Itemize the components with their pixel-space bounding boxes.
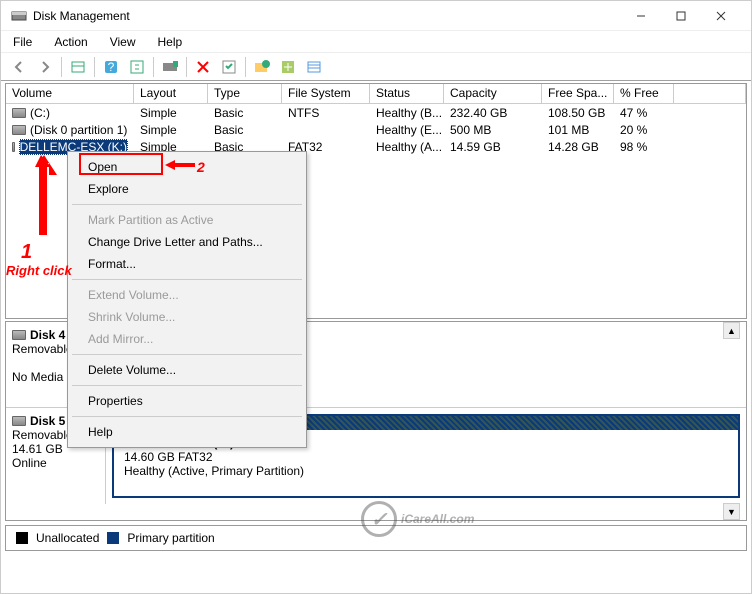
ctx-extend: Extend Volume... bbox=[70, 284, 304, 306]
forward-button[interactable] bbox=[33, 56, 57, 78]
col-status[interactable]: Status bbox=[370, 84, 444, 103]
col-free[interactable]: Free Spa... bbox=[542, 84, 614, 103]
table-header: Volume Layout Type File System Status Ca… bbox=[6, 84, 746, 104]
col-volume[interactable]: Volume bbox=[6, 84, 134, 103]
app-icon bbox=[11, 8, 27, 24]
ctx-change[interactable]: Change Drive Letter and Paths... bbox=[70, 231, 304, 253]
col-fs[interactable]: File System bbox=[282, 84, 370, 103]
annotation-rightclick: Right click bbox=[6, 263, 72, 278]
ctx-properties[interactable]: Properties bbox=[70, 390, 304, 412]
col-type[interactable]: Type bbox=[208, 84, 282, 103]
ctx-explore[interactable]: Explore bbox=[70, 178, 304, 200]
legend-unallocated-swatch bbox=[16, 532, 28, 544]
legend-primary-swatch bbox=[107, 532, 119, 544]
refresh-button[interactable] bbox=[125, 56, 149, 78]
minimize-button[interactable] bbox=[621, 1, 661, 31]
ctx-mark: Mark Partition as Active bbox=[70, 209, 304, 231]
ctx-delete[interactable]: Delete Volume... bbox=[70, 359, 304, 381]
volume-icon bbox=[12, 125, 26, 135]
annotation-label-1: 1 bbox=[21, 241, 32, 264]
col-pfree[interactable]: % Free bbox=[614, 84, 674, 103]
list-button[interactable] bbox=[302, 56, 326, 78]
menu-help[interactable]: Help bbox=[154, 33, 187, 51]
action-button[interactable] bbox=[276, 56, 300, 78]
scroll-down-button[interactable]: ▼ bbox=[723, 503, 740, 520]
menu-action[interactable]: Action bbox=[50, 33, 91, 51]
help-button[interactable]: ? bbox=[99, 56, 123, 78]
menu-view[interactable]: View bbox=[106, 33, 140, 51]
ctx-shrink: Shrink Volume... bbox=[70, 306, 304, 328]
volume-icon bbox=[12, 142, 15, 152]
view-button[interactable] bbox=[66, 56, 90, 78]
col-capacity[interactable]: Capacity bbox=[444, 84, 542, 103]
col-layout[interactable]: Layout bbox=[134, 84, 208, 103]
legend: Unallocated Primary partition bbox=[5, 525, 747, 551]
menubar: File Action View Help bbox=[1, 31, 751, 53]
table-row[interactable]: (C:) SimpleBasicNTFS Healthy (B...232.40… bbox=[6, 104, 746, 121]
window-title: Disk Management bbox=[33, 9, 621, 23]
svg-text:?: ? bbox=[108, 60, 115, 74]
titlebar: Disk Management bbox=[1, 1, 751, 31]
menu-file[interactable]: File bbox=[9, 33, 36, 51]
ctx-open[interactable]: Open bbox=[70, 156, 304, 178]
new-volume-button[interactable] bbox=[250, 56, 274, 78]
annotation-label-2: 2 bbox=[197, 159, 205, 175]
ctx-help[interactable]: Help bbox=[70, 421, 304, 443]
ctx-mirror: Add Mirror... bbox=[70, 328, 304, 350]
maximize-button[interactable] bbox=[661, 1, 701, 31]
settings-button[interactable] bbox=[158, 56, 182, 78]
col-spacer bbox=[674, 84, 746, 103]
delete-button[interactable] bbox=[191, 56, 215, 78]
table-row[interactable]: (Disk 0 partition 1) SimpleBasic Healthy… bbox=[6, 121, 746, 138]
close-button[interactable] bbox=[701, 1, 741, 31]
ctx-format[interactable]: Format... bbox=[70, 253, 304, 275]
scroll-up-button[interactable]: ▲ bbox=[723, 322, 740, 339]
volume-icon bbox=[12, 108, 26, 118]
back-button[interactable] bbox=[7, 56, 31, 78]
legend-unallocated: Unallocated bbox=[36, 531, 99, 545]
properties-button[interactable] bbox=[217, 56, 241, 78]
disk-icon bbox=[12, 330, 26, 340]
toolbar: ? bbox=[1, 53, 751, 81]
disk-icon bbox=[12, 416, 26, 426]
legend-primary: Primary partition bbox=[127, 531, 214, 545]
context-menu: Open Explore Mark Partition as Active Ch… bbox=[67, 151, 307, 448]
